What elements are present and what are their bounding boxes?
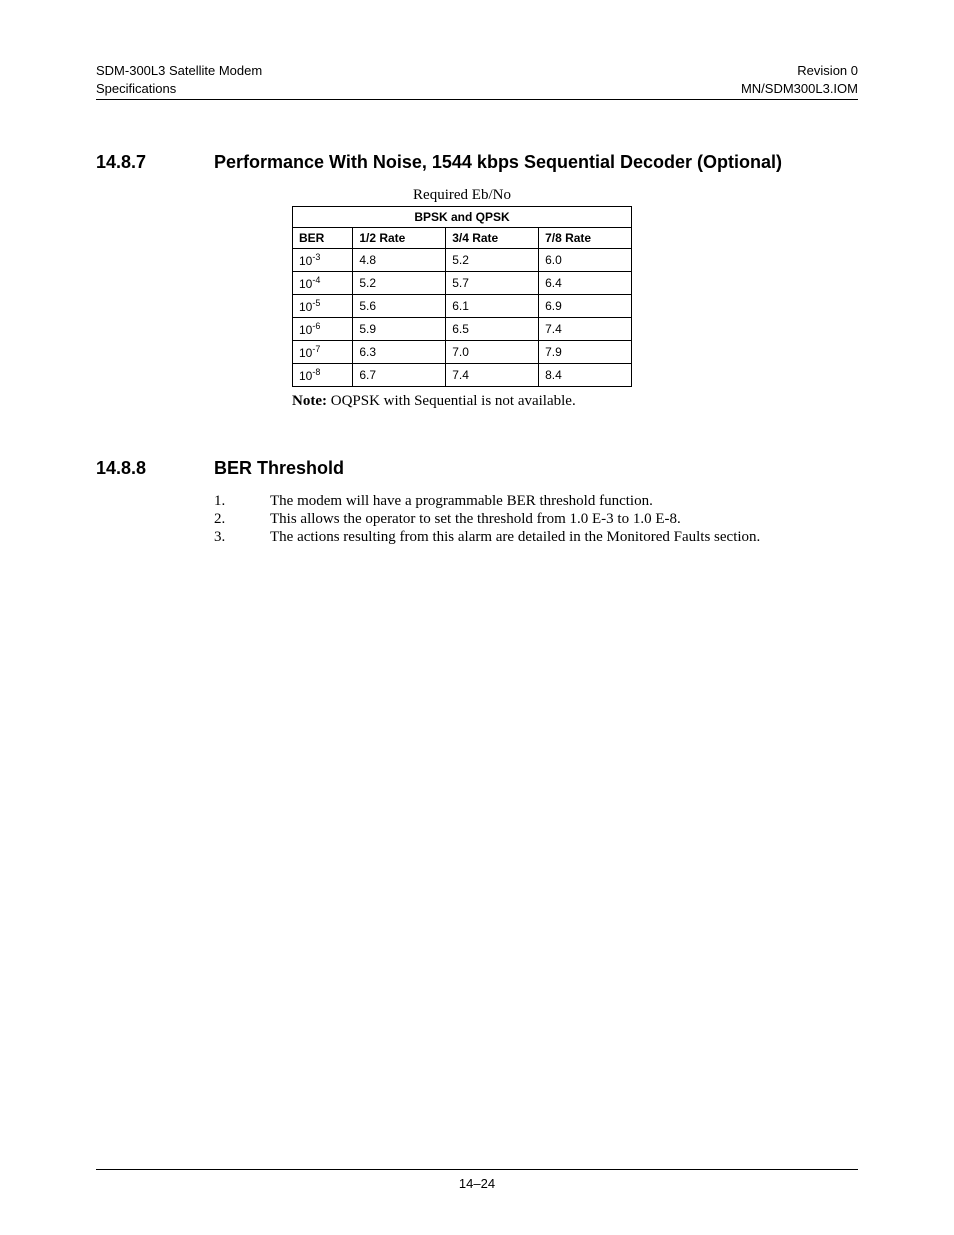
header-section: Specifications — [96, 81, 176, 96]
list-item: 2.This allows the operator to set the th… — [214, 511, 858, 528]
section-title: Performance With Noise, 1544 kbps Sequen… — [214, 152, 858, 173]
table-row: 10-86.77.48.4 — [293, 364, 632, 387]
col-half-rate: 1/2 Rate — [353, 228, 446, 249]
table-row: 10-34.85.26.0 — [293, 249, 632, 272]
list-item-text: The actions resulting from this alarm ar… — [270, 529, 858, 546]
page-header: SDM-300L3 Satellite Modem Specifications… — [96, 62, 858, 100]
list-item-number: 1. — [214, 493, 270, 510]
page-footer: 14–24 — [96, 1169, 858, 1191]
three-quarter-rate-value: 6.1 — [446, 295, 539, 318]
section-number: 14.8.7 — [96, 152, 214, 173]
header-left: SDM-300L3 Satellite Modem Specifications — [96, 62, 262, 97]
page-number: 14–24 — [459, 1176, 495, 1191]
col-seven-eighth-rate: 7/8 Rate — [539, 228, 632, 249]
half-rate-value: 6.3 — [353, 341, 446, 364]
col-ber: BER — [293, 228, 353, 249]
table-span-header-row: BPSK and QPSK — [293, 207, 632, 228]
three-quarter-rate-value: 7.4 — [446, 364, 539, 387]
ber-value: 10-8 — [293, 364, 353, 387]
list-item-number: 3. — [214, 529, 270, 546]
header-right: Revision 0 MN/SDM300L3.IOM — [741, 62, 858, 97]
ber-threshold-list: 1.The modem will have a programmable BER… — [214, 493, 858, 546]
half-rate-value: 5.9 — [353, 318, 446, 341]
half-rate-value: 6.7 — [353, 364, 446, 387]
three-quarter-rate-value: 5.7 — [446, 272, 539, 295]
section-14-8-7-heading: 14.8.7 Performance With Noise, 1544 kbps… — [96, 152, 858, 173]
ebno-table-wrap: Required Eb/No BPSK and QPSK BER 1/2 Rat… — [292, 187, 632, 387]
section-number: 14.8.8 — [96, 458, 214, 479]
header-docid: MN/SDM300L3.IOM — [741, 81, 858, 96]
half-rate-value: 4.8 — [353, 249, 446, 272]
ber-value: 10-3 — [293, 249, 353, 272]
list-item: 3.The actions resulting from this alarm … — [214, 529, 858, 546]
col-three-quarter-rate: 3/4 Rate — [446, 228, 539, 249]
ber-value: 10-7 — [293, 341, 353, 364]
three-quarter-rate-value: 5.2 — [446, 249, 539, 272]
section-title: BER Threshold — [214, 458, 858, 479]
table-row: 10-65.96.57.4 — [293, 318, 632, 341]
seven-eighth-rate-value: 6.9 — [539, 295, 632, 318]
table-column-header-row: BER 1/2 Rate 3/4 Rate 7/8 Rate — [293, 228, 632, 249]
list-item-text: This allows the operator to set the thre… — [270, 511, 858, 528]
ber-value: 10-4 — [293, 272, 353, 295]
half-rate-value: 5.6 — [353, 295, 446, 318]
table-row: 10-45.25.76.4 — [293, 272, 632, 295]
list-item-text: The modem will have a programmable BER t… — [270, 493, 858, 510]
note-text: OQPSK with Sequential is not available. — [327, 393, 576, 409]
table-caption: Required Eb/No — [292, 187, 632, 204]
table-note: Note: OQPSK with Sequential is not avail… — [292, 393, 858, 410]
seven-eighth-rate-value: 6.4 — [539, 272, 632, 295]
ebno-table: BPSK and QPSK BER 1/2 Rate 3/4 Rate 7/8 … — [292, 206, 632, 387]
list-item: 1.The modem will have a programmable BER… — [214, 493, 858, 510]
section-14-8-8-heading: 14.8.8 BER Threshold — [96, 458, 858, 479]
table-span-header: BPSK and QPSK — [293, 207, 632, 228]
table-row: 10-76.37.07.9 — [293, 341, 632, 364]
table-row: 10-55.66.16.9 — [293, 295, 632, 318]
half-rate-value: 5.2 — [353, 272, 446, 295]
seven-eighth-rate-value: 8.4 — [539, 364, 632, 387]
header-revision: Revision 0 — [797, 63, 858, 78]
three-quarter-rate-value: 6.5 — [446, 318, 539, 341]
list-item-number: 2. — [214, 511, 270, 528]
seven-eighth-rate-value: 6.0 — [539, 249, 632, 272]
ber-value: 10-6 — [293, 318, 353, 341]
three-quarter-rate-value: 7.0 — [446, 341, 539, 364]
header-product: SDM-300L3 Satellite Modem — [96, 63, 262, 78]
seven-eighth-rate-value: 7.9 — [539, 341, 632, 364]
note-label: Note: — [292, 393, 327, 409]
ber-value: 10-5 — [293, 295, 353, 318]
seven-eighth-rate-value: 7.4 — [539, 318, 632, 341]
